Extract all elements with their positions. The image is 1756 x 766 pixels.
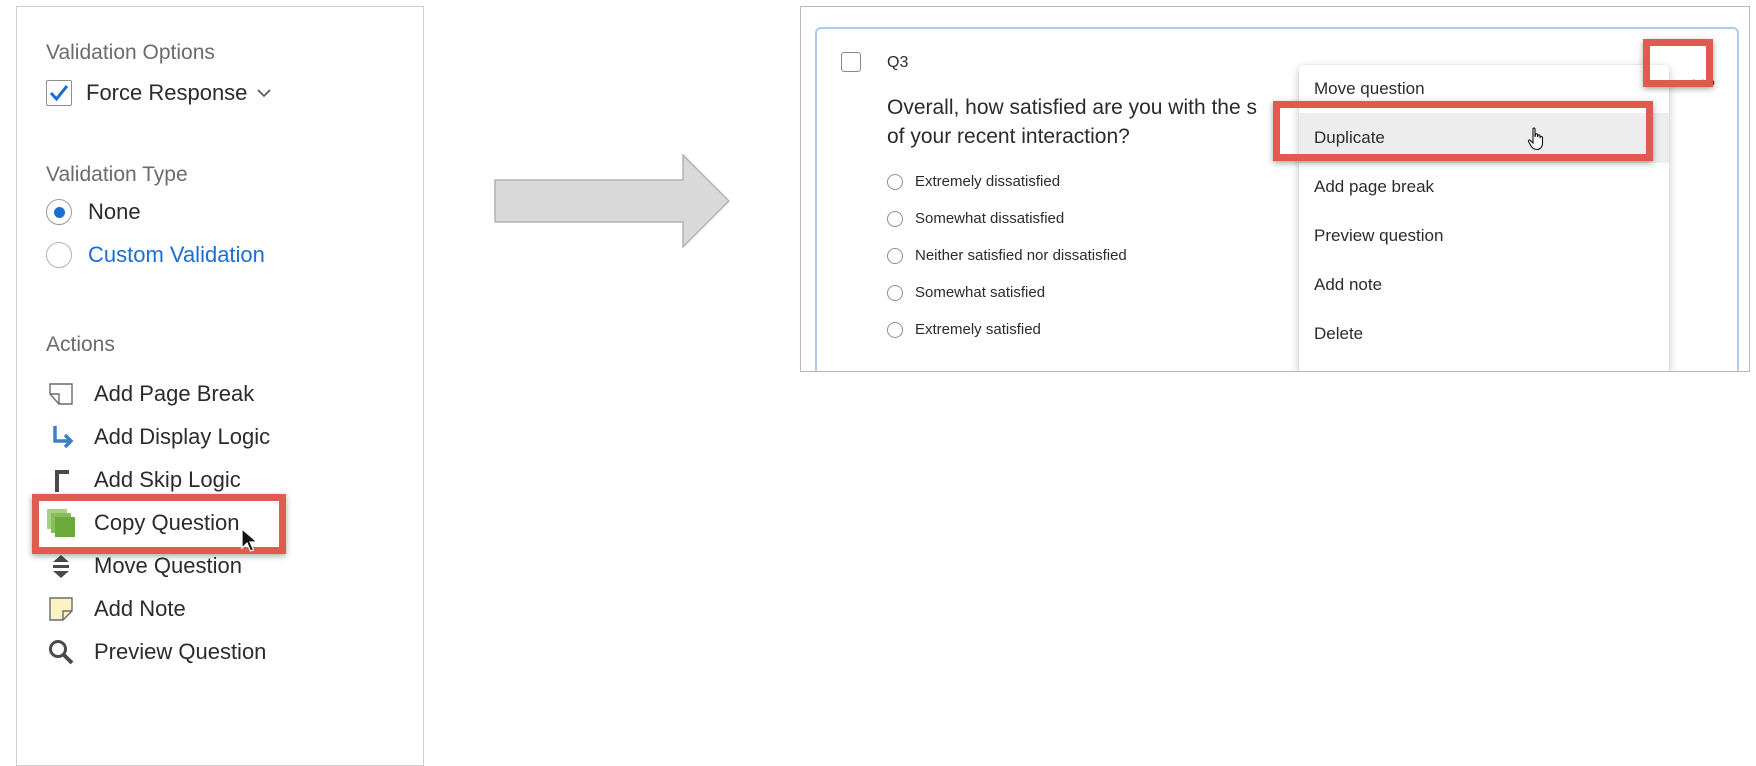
force-response-toggle[interactable]: Force Response xyxy=(46,80,271,106)
choice-option[interactable]: Extremely dissatisfied xyxy=(887,173,1060,190)
hand-cursor-icon xyxy=(1527,127,1544,151)
menu-item-add-page-break[interactable]: Add page break xyxy=(1299,163,1669,211)
choice-option[interactable]: Somewhat satisfied xyxy=(887,284,1045,301)
action-label: Move Question xyxy=(94,553,242,578)
force-response-checkbox[interactable] xyxy=(46,80,72,106)
move-icon xyxy=(46,551,76,581)
magnifier-icon xyxy=(46,637,76,667)
action-label: Add Note xyxy=(94,596,186,621)
choice-label: Neither satisfied nor dissatisfied xyxy=(915,247,1127,264)
action-add-display-logic[interactable]: Add Display Logic xyxy=(46,422,270,452)
force-response-label: Force Response xyxy=(86,80,248,105)
choice-radio[interactable] xyxy=(887,173,903,190)
skip-logic-icon xyxy=(46,465,76,495)
action-add-page-break[interactable]: Add Page Break xyxy=(46,379,254,409)
radio-custom-validation[interactable] xyxy=(46,242,72,268)
question-options-panel: Validation Options Force Response Valida… xyxy=(16,6,424,766)
question-card[interactable]: Q3 Overall, how satisfied are you with t… xyxy=(815,27,1739,371)
choice-radio[interactable] xyxy=(887,247,903,264)
mouse-pointer-icon xyxy=(241,528,259,552)
more-button-highlight xyxy=(1643,39,1713,87)
right-arrow-icon xyxy=(494,154,730,248)
choice-label: Somewhat dissatisfied xyxy=(915,210,1065,227)
action-label: Preview Question xyxy=(94,639,267,664)
choice-label: Extremely satisfied xyxy=(915,321,1041,338)
question-text: Overall, how satisfied are you with the … xyxy=(887,93,1307,151)
checkmark-icon xyxy=(49,85,69,102)
radio-none[interactable] xyxy=(46,199,72,225)
custom-validation-link[interactable]: Custom Validation xyxy=(88,242,265,268)
menu-item-add-note[interactable]: Add note xyxy=(1299,261,1669,309)
display-logic-icon xyxy=(46,422,76,452)
action-label: Add Display Logic xyxy=(94,424,271,449)
actions-title: Actions xyxy=(46,333,115,356)
question-select-checkbox[interactable] xyxy=(841,52,861,72)
validation-type-custom[interactable]: Custom Validation xyxy=(46,242,265,268)
duplicate-highlight xyxy=(1273,101,1653,161)
choice-radio[interactable] xyxy=(887,321,903,338)
action-add-note[interactable]: Add Note xyxy=(46,594,186,624)
validation-type-title: Validation Type xyxy=(46,163,188,186)
choice-option[interactable]: Extremely satisfied xyxy=(887,321,1041,338)
menu-item-preview-question[interactable]: Preview question xyxy=(1299,212,1669,260)
chevron-down-icon[interactable] xyxy=(257,88,271,98)
choice-option[interactable]: Neither satisfied nor dissatisfied xyxy=(887,247,1127,264)
choice-label: Extremely dissatisfied xyxy=(915,173,1061,190)
page-break-icon xyxy=(46,379,76,409)
validation-none-label: None xyxy=(88,199,141,224)
action-move-question[interactable]: Move Question xyxy=(46,551,242,581)
validation-options-title: Validation Options xyxy=(46,41,215,64)
validation-type-none[interactable]: None xyxy=(46,199,141,225)
question-text-line1: Overall, how satisfied are you with the … xyxy=(887,96,1258,119)
choice-radio[interactable] xyxy=(887,284,903,301)
action-label: Add Skip Logic xyxy=(94,467,241,492)
question-text-line2: of your recent interaction? xyxy=(887,125,1130,148)
choice-option[interactable]: Somewhat dissatisfied xyxy=(887,210,1064,227)
menu-item-delete[interactable]: Delete xyxy=(1299,310,1669,358)
action-preview-question[interactable]: Preview Question xyxy=(46,637,266,667)
survey-editor-panel: Q3 Overall, how satisfied are you with t… xyxy=(800,6,1750,372)
note-icon xyxy=(46,594,76,624)
choice-radio[interactable] xyxy=(887,210,903,227)
action-label: Add Page Break xyxy=(94,381,255,406)
action-add-skip-logic[interactable]: Add Skip Logic xyxy=(46,465,241,495)
choice-label: Somewhat satisfied xyxy=(915,284,1046,301)
question-id: Q3 xyxy=(887,54,909,71)
